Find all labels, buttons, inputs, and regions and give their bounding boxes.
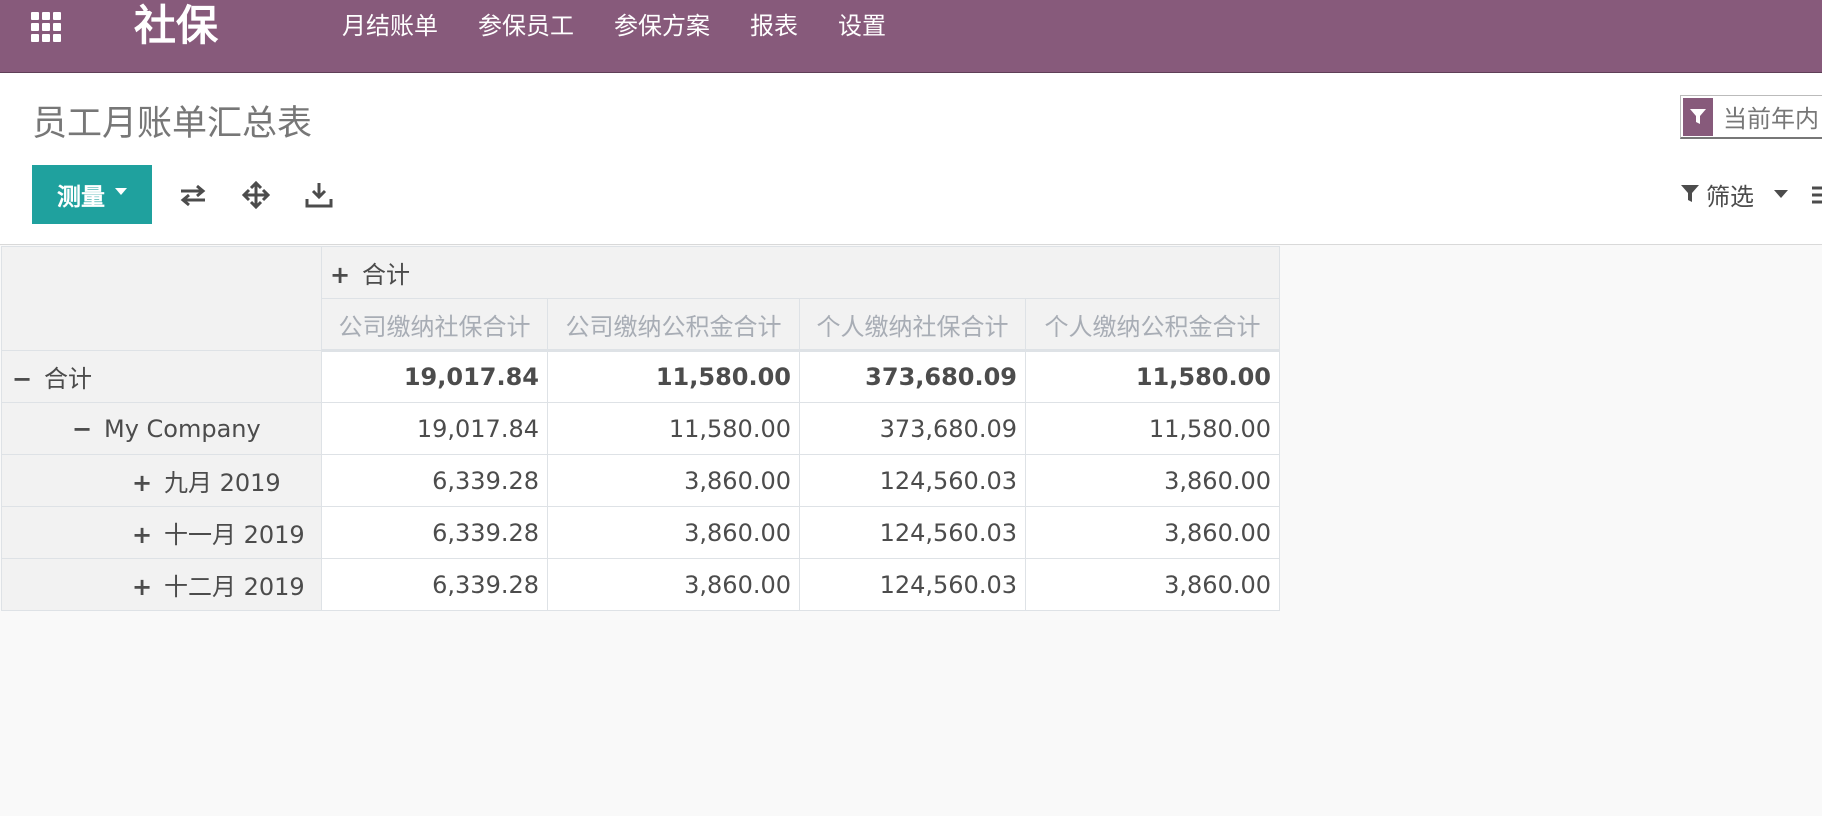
row-label: 十一月 2019 bbox=[164, 521, 305, 549]
table-row: + 十一月 2019 6,339.28 3,860.00 124,560.03 3… bbox=[1, 506, 1280, 559]
apps-menu-icon[interactable] bbox=[31, 12, 67, 42]
row-header-month[interactable]: + 十二月 2019 bbox=[1, 558, 322, 611]
menu-item-reports[interactable]: 报表 bbox=[730, 0, 818, 52]
filter-facet-icon bbox=[1683, 97, 1713, 136]
top-navbar: 社保 月结账单 参保员工 参保方案 报表 设置 bbox=[0, 0, 1822, 73]
measure-header[interactable]: 个人缴纳社保合计 bbox=[799, 298, 1026, 352]
row-label: My Company bbox=[104, 414, 261, 443]
table-cell: 124,560.03 bbox=[799, 454, 1026, 507]
table-row: + 九月 2019 6,339.28 3,860.00 124,560.03 3,… bbox=[1, 454, 1280, 507]
collapse-icon[interactable]: − bbox=[72, 415, 92, 443]
table-cell: 124,560.03 bbox=[799, 506, 1026, 559]
table-cell: 19,017.84 bbox=[321, 402, 548, 455]
table-cell: 3,860.00 bbox=[547, 454, 800, 507]
measure-button-label: 测量 bbox=[57, 183, 105, 211]
search-input[interactable]: 当前年内 bbox=[1680, 95, 1822, 139]
measure-header[interactable]: 公司缴纳公积金合计 bbox=[547, 298, 800, 352]
control-panel: 员工月账单汇总表 当前年内 测量 筛选 bbox=[0, 73, 1822, 245]
main-menu: 月结账单 参保员工 参保方案 报表 设置 bbox=[322, 0, 906, 52]
menu-item-insured-employees[interactable]: 参保员工 bbox=[458, 0, 594, 52]
table-cell: 3,860.00 bbox=[1025, 558, 1280, 611]
group-by-icon[interactable] bbox=[1810, 183, 1822, 207]
table-cell: 19,017.84 bbox=[321, 350, 548, 403]
table-cell: 6,339.28 bbox=[321, 454, 548, 507]
table-cell: 3,860.00 bbox=[547, 558, 800, 611]
table-row: + 十二月 2019 6,339.28 3,860.00 124,560.03 3… bbox=[1, 558, 1280, 611]
menu-item-settings[interactable]: 设置 bbox=[818, 0, 906, 52]
column-group-label: 合计 bbox=[362, 261, 410, 289]
expand-icon[interactable]: + bbox=[330, 261, 350, 289]
expand-icon[interactable]: + bbox=[132, 521, 152, 549]
row-label: 十二月 2019 bbox=[164, 573, 305, 601]
table-cell: 11,580.00 bbox=[547, 402, 800, 455]
table-cell: 6,339.28 bbox=[321, 558, 548, 611]
caret-down-icon bbox=[1774, 190, 1788, 198]
caret-down-icon bbox=[115, 188, 127, 195]
expand-all-icon[interactable] bbox=[239, 178, 273, 212]
table-cell: 3,860.00 bbox=[1025, 506, 1280, 559]
search-facet-label[interactable]: 当前年内 bbox=[1723, 99, 1819, 134]
row-header-month[interactable]: + 九月 2019 bbox=[1, 454, 322, 507]
expand-icon[interactable]: + bbox=[132, 469, 152, 497]
table-cell: 373,680.09 bbox=[799, 402, 1026, 455]
table-cell: 11,580.00 bbox=[547, 350, 800, 403]
table-cell: 3,860.00 bbox=[547, 506, 800, 559]
row-header-company[interactable]: − My Company bbox=[1, 402, 322, 455]
pivot-table: + 合计 公司缴纳社保合计 公司缴纳公积金合计 个人缴纳社保合计 个人缴纳公积金合… bbox=[1, 246, 1280, 611]
column-group-header[interactable]: + 合计 bbox=[321, 246, 1280, 299]
menu-item-insurance-plans[interactable]: 参保方案 bbox=[594, 0, 730, 52]
app-brand[interactable]: 社保 bbox=[134, 0, 218, 52]
table-cell: 3,860.00 bbox=[1025, 454, 1280, 507]
table-cell: 124,560.03 bbox=[799, 558, 1026, 611]
menu-item-monthly-bills[interactable]: 月结账单 bbox=[322, 0, 458, 52]
filter-button[interactable]: 筛选 bbox=[1680, 176, 1788, 212]
table-cell: 373,680.09 bbox=[799, 350, 1026, 403]
pivot-corner bbox=[1, 246, 322, 351]
table-cell: 6,339.28 bbox=[321, 506, 548, 559]
table-cell: 11,580.00 bbox=[1025, 402, 1280, 455]
table-row: − My Company 19,017.84 11,580.00 373,680.… bbox=[1, 402, 1280, 455]
table-cell: 11,580.00 bbox=[1025, 350, 1280, 403]
measure-header[interactable]: 公司缴纳社保合计 bbox=[321, 298, 548, 352]
row-header-total[interactable]: − 合计 bbox=[1, 350, 322, 403]
filter-icon bbox=[1681, 185, 1699, 202]
download-icon[interactable] bbox=[302, 178, 336, 212]
row-label: 九月 2019 bbox=[164, 469, 281, 497]
measure-button[interactable]: 测量 bbox=[32, 165, 152, 224]
collapse-icon[interactable]: − bbox=[12, 365, 32, 393]
row-label: 合计 bbox=[44, 365, 92, 393]
filter-button-label: 筛选 bbox=[1706, 182, 1754, 211]
flip-axis-icon[interactable] bbox=[176, 178, 210, 212]
row-header-month[interactable]: + 十一月 2019 bbox=[1, 506, 322, 559]
measure-header[interactable]: 个人缴纳公积金合计 bbox=[1025, 298, 1280, 352]
expand-icon[interactable]: + bbox=[132, 573, 152, 601]
page-title: 员工月账单汇总表 bbox=[32, 104, 313, 144]
table-row: − 合计 19,017.84 11,580.00 373,680.09 11,58… bbox=[1, 350, 1280, 403]
